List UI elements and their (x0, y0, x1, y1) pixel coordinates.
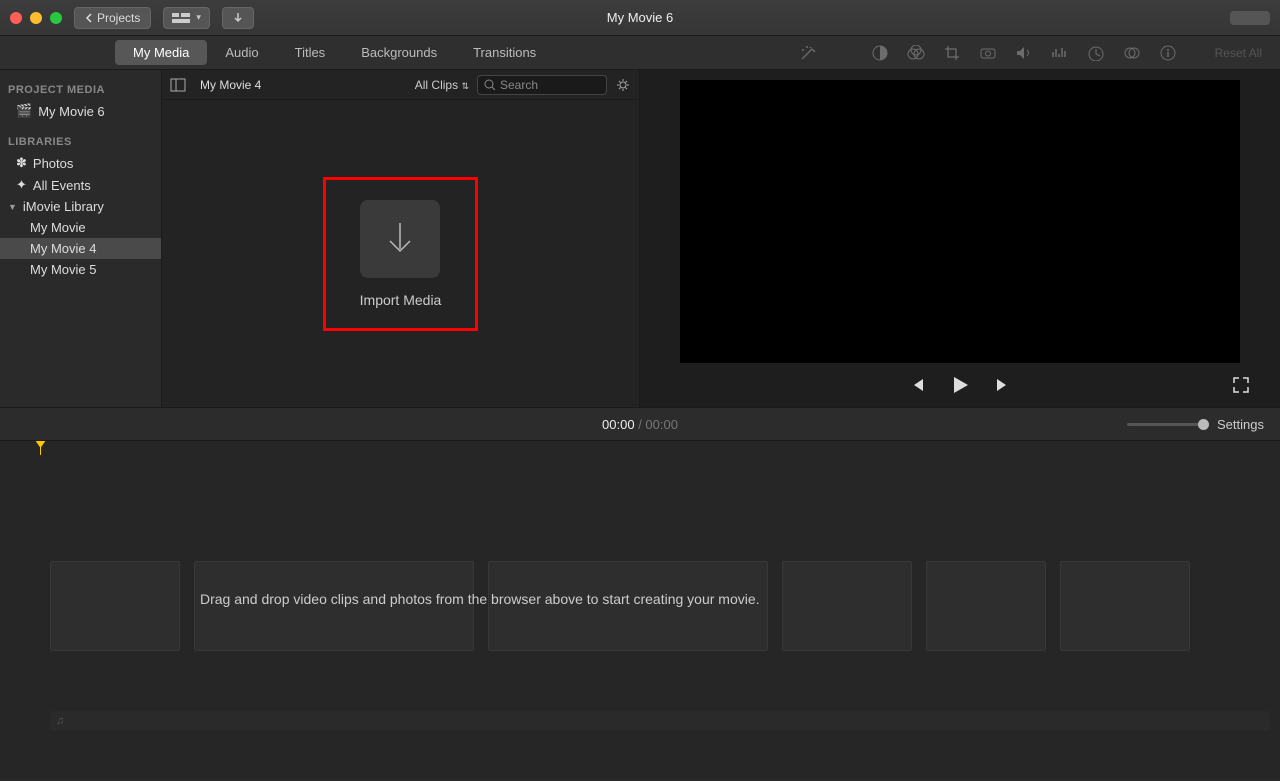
maximize-icon[interactable] (50, 12, 62, 24)
library-label: iMovie Library (23, 199, 104, 214)
zoom-slider[interactable] (1127, 423, 1207, 426)
download-arrow-icon (380, 217, 420, 261)
project-media-header: PROJECT MEDIA (0, 78, 161, 100)
browser-settings-icon[interactable] (615, 77, 631, 93)
volume-icon[interactable] (1015, 44, 1033, 62)
window-controls (10, 12, 62, 24)
music-note-icon: ♫ (56, 715, 64, 727)
import-media-label: Import Media (360, 292, 442, 308)
audio-track[interactable]: ♫ (50, 711, 1270, 731)
timecode-sep: / (635, 417, 646, 432)
color-correction-icon[interactable] (907, 44, 925, 62)
back-label: Projects (97, 11, 140, 25)
import-media-button[interactable] (360, 200, 440, 278)
crop-icon[interactable] (943, 44, 961, 62)
disclosure-triangle-icon[interactable]: ▼ (8, 202, 17, 212)
viewer (640, 70, 1280, 407)
main-area: PROJECT MEDIA 🎬 My Movie 6 LIBRARIES ✽ P… (0, 70, 1280, 407)
tab-titles[interactable]: Titles (277, 40, 344, 65)
next-frame-button[interactable] (993, 377, 1011, 393)
media-tabs: My Media Audio Titles Backgrounds Transi… (115, 40, 554, 65)
tab-transitions[interactable]: Transitions (455, 40, 554, 65)
import-button[interactable] (222, 7, 254, 29)
view-mode-button[interactable]: ▾ (163, 7, 210, 29)
sidebar-event-1[interactable]: My Movie 4 (0, 238, 161, 259)
fullscreen-button[interactable] (1232, 376, 1250, 394)
window-title: My Movie 6 (607, 10, 673, 25)
all-events-label: All Events (33, 178, 91, 193)
photos-icon: ✽ (16, 155, 27, 171)
event-label: My Movie (30, 220, 86, 235)
clip-placeholder (1060, 561, 1190, 651)
search-input[interactable]: Search (477, 75, 607, 95)
libraries-header: LIBRARIES (0, 130, 161, 152)
info-icon[interactable] (1159, 44, 1177, 62)
clapper-icon: 🎬 (16, 103, 32, 119)
sidebar-imovie-library[interactable]: ▼ iMovie Library (0, 196, 161, 217)
filter-icon[interactable] (1123, 44, 1141, 62)
tab-my-media[interactable]: My Media (115, 40, 207, 65)
sidebar-all-events[interactable]: ✦ All Events (0, 174, 161, 196)
search-placeholder: Search (500, 78, 538, 92)
search-icon (484, 79, 496, 91)
timecode: 00:00 / 00:00 (602, 417, 678, 432)
tab-backgrounds[interactable]: Backgrounds (343, 40, 455, 65)
clip-placeholder (926, 561, 1046, 651)
speed-icon[interactable] (1087, 44, 1105, 62)
timeline[interactable]: Drag and drop video clips and photos fro… (0, 441, 1280, 779)
playhead-icon[interactable] (40, 441, 41, 455)
import-media-highlight: Import Media (323, 177, 479, 331)
sidebar-project-label: My Movie 6 (38, 104, 104, 119)
sidebar-photos[interactable]: ✽ Photos (0, 152, 161, 174)
timeline-hint: Drag and drop video clips and photos fro… (200, 591, 760, 607)
timeline-settings-button[interactable]: Settings (1217, 417, 1264, 432)
stabilization-icon[interactable] (979, 44, 997, 62)
playback-controls (660, 363, 1260, 407)
timeline-header: 00:00 / 00:00 Settings (0, 407, 1280, 441)
timecode-duration: 00:00 (645, 417, 678, 432)
reset-all-button[interactable]: Reset All (1215, 46, 1262, 60)
event-label: My Movie 4 (30, 241, 96, 256)
sidebar-project[interactable]: 🎬 My Movie 6 (0, 100, 161, 122)
browser-header: My Movie 4 All Clips ⇅ Search (162, 70, 639, 100)
timecode-current: 00:00 (602, 417, 635, 432)
browser-body: Import Media (162, 100, 639, 407)
event-label: My Movie 5 (30, 262, 96, 277)
list-toggle-icon[interactable] (170, 78, 186, 92)
clip-placeholder (782, 561, 912, 651)
noise-reduction-icon[interactable] (1051, 44, 1069, 62)
preview-canvas[interactable] (680, 80, 1240, 363)
timeline-controls: Settings (1127, 417, 1264, 432)
library-sidebar: PROJECT MEDIA 🎬 My Movie 6 LIBRARIES ✽ P… (0, 70, 162, 407)
star-icon: ✦ (16, 177, 27, 193)
prev-frame-button[interactable] (909, 377, 927, 393)
sidebar-event-2[interactable]: My Movie 5 (0, 259, 161, 280)
clip-filter-dropdown[interactable]: All Clips ⇅ (415, 78, 469, 92)
adjustment-toolbar: Reset All (763, 44, 1280, 62)
share-button[interactable] (1230, 11, 1270, 25)
sidebar-event-0[interactable]: My Movie (0, 217, 161, 238)
tab-audio[interactable]: Audio (207, 40, 276, 65)
enhance-wand-icon[interactable] (799, 44, 817, 62)
browser-event-name: My Movie 4 (200, 78, 261, 92)
clip-placeholder (50, 561, 180, 651)
photos-label: Photos (33, 156, 73, 171)
titlebar: Projects ▾ My Movie 6 (0, 0, 1280, 36)
color-balance-icon[interactable] (871, 44, 889, 62)
media-browser: My Movie 4 All Clips ⇅ Search Import Med… (162, 70, 640, 407)
minimize-icon[interactable] (30, 12, 42, 24)
media-tabs-row: My Media Audio Titles Backgrounds Transi… (0, 36, 1280, 70)
close-icon[interactable] (10, 12, 22, 24)
play-button[interactable] (949, 374, 971, 396)
back-to-projects-button[interactable]: Projects (74, 7, 151, 29)
